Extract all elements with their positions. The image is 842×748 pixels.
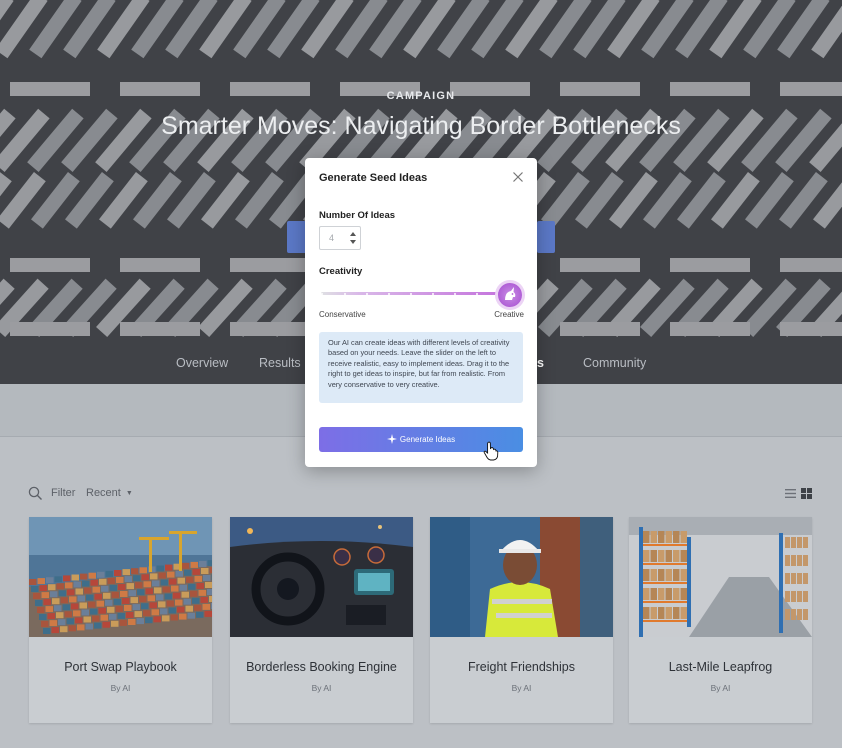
tab-community[interactable]: Community	[583, 356, 646, 370]
idea-card[interactable]: Last-Mile Leapfrog By AI	[629, 517, 812, 723]
slider-tick	[366, 292, 368, 295]
slider-tick	[344, 292, 346, 295]
card-author: By AI	[110, 683, 131, 693]
idea-card[interactable]: Port Swap Playbook By AI	[29, 517, 212, 723]
card-title: Freight Friendships	[468, 660, 575, 674]
card-author: By AI	[311, 683, 332, 693]
idea-card[interactable]: Borderless Booking Engine By AI	[230, 517, 413, 723]
port-containers-image	[29, 517, 212, 637]
campaign-label: CAMPAIGN	[386, 90, 456, 102]
creativity-label: Creativity	[319, 266, 363, 277]
conservative-label: Conservative	[319, 310, 366, 319]
hand-pointer-icon	[483, 441, 499, 461]
ideas-count-stepper[interactable]: 4	[319, 226, 361, 250]
idea-card[interactable]: Freight Friendships By AI	[430, 517, 613, 723]
creativity-slider[interactable]	[321, 292, 511, 295]
card-title: Last-Mile Leapfrog	[668, 660, 773, 674]
slider-tick	[454, 292, 456, 295]
freight-worker-image	[430, 517, 613, 637]
card-title: Borderless Booking Engine	[246, 660, 397, 674]
hero-action-button-right[interactable]	[537, 221, 555, 253]
creativity-slider-thumb[interactable]	[498, 283, 522, 307]
card-author: By AI	[511, 683, 532, 693]
card-title: Port Swap Playbook	[64, 660, 177, 674]
list-view-icon[interactable]	[785, 488, 796, 499]
slider-tick	[410, 292, 412, 295]
slider-tick	[321, 292, 323, 295]
dialog-title: Generate Seed Ideas	[319, 172, 428, 184]
ideas-count-value: 4	[329, 233, 335, 243]
search-icon[interactable]	[28, 486, 43, 501]
creative-label: Creative	[494, 310, 524, 319]
unicorn-icon	[505, 287, 516, 300]
chevron-down-icon: ▼	[125, 490, 133, 497]
sort-dropdown[interactable]: Recent ▼	[86, 487, 133, 499]
card-author: By AI	[710, 683, 731, 693]
tab-results[interactable]: Results	[259, 356, 301, 370]
generate-seed-ideas-dialog: Generate Seed Ideas Number Of Ideas 4 Cr…	[305, 158, 537, 467]
grid-view-icon[interactable]	[801, 488, 812, 499]
ideas-toolbar: Filter Recent ▼	[28, 486, 814, 502]
truck-cockpit-image	[230, 517, 413, 637]
hero-action-button-left[interactable]	[287, 221, 307, 253]
slider-tick	[432, 292, 434, 295]
spinner-arrows-icon[interactable]	[350, 231, 356, 245]
tab-overview[interactable]: Overview	[176, 356, 228, 370]
ideas-count-label: Number Of Ideas	[319, 210, 396, 221]
warehouse-shelves-image	[629, 517, 812, 637]
close-icon[interactable]	[513, 172, 523, 182]
page-title: Smarter Moves: Navigating Border Bottlen…	[161, 112, 681, 140]
slider-tick	[476, 292, 478, 295]
sparkle-icon	[386, 434, 397, 444]
slider-tick	[388, 292, 390, 295]
generate-ideas-label: Generate Ideas	[399, 435, 456, 444]
sort-value: Recent	[86, 487, 121, 499]
creativity-info-text: Our AI can create ideas with different l…	[319, 332, 523, 403]
filter-input[interactable]: Filter	[51, 487, 75, 499]
